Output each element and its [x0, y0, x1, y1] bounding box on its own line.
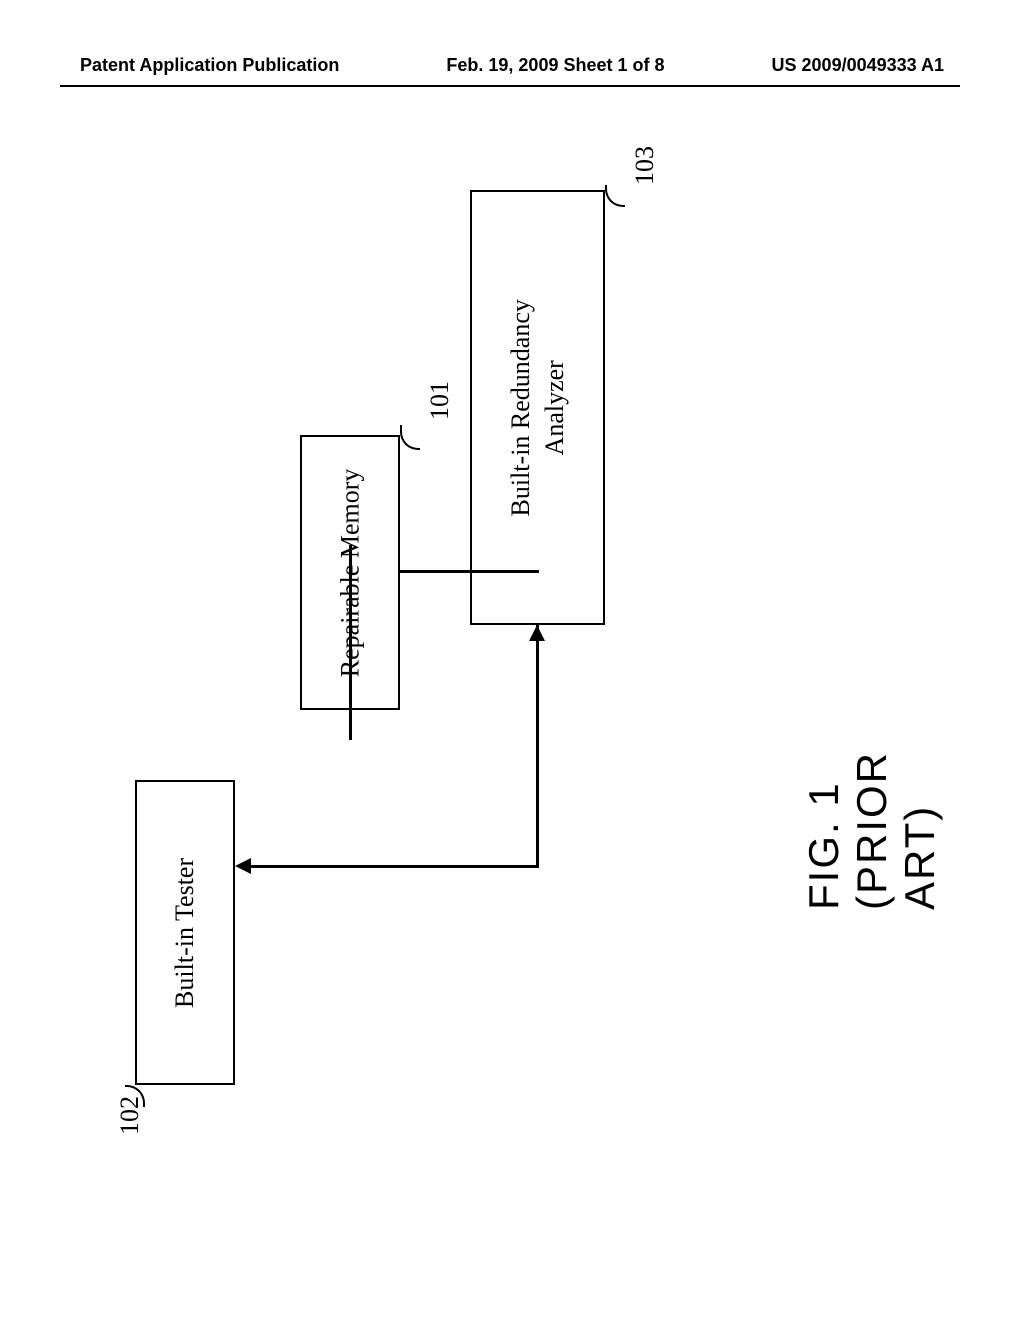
header-rule	[60, 85, 960, 87]
redundancy-analyzer-box: Built-in Redundancy Analyzer	[470, 190, 605, 625]
page-header: Patent Application Publication Feb. 19, …	[0, 55, 1024, 76]
figure-label: FIG. 1 (PRIOR ART)	[800, 751, 944, 910]
arrow-memory-down	[349, 545, 352, 740]
arrow-analyzer	[529, 625, 545, 641]
built-in-tester-box: Built-in Tester	[135, 780, 235, 1085]
arrow-tester	[235, 858, 251, 874]
ref-101: 101	[425, 381, 455, 420]
stem	[399, 570, 539, 573]
built-in-tester-label: Built-in Tester	[168, 857, 202, 1007]
leader-101	[400, 425, 420, 450]
leader-102	[125, 1085, 145, 1107]
diagram-stage: Repairable Memory 101 Built-in Tester 10…	[80, 150, 940, 1050]
header-center: Feb. 19, 2009 Sheet 1 of 8	[446, 55, 664, 76]
to-tester-h	[251, 865, 539, 868]
t-bar	[536, 625, 539, 868]
redundancy-analyzer-label: Built-in Redundancy Analyzer	[504, 299, 572, 516]
header-right: US 2009/0049333 A1	[772, 55, 944, 76]
header-left: Patent Application Publication	[80, 55, 339, 76]
ref-103: 103	[630, 146, 660, 185]
leader-103	[605, 185, 625, 207]
